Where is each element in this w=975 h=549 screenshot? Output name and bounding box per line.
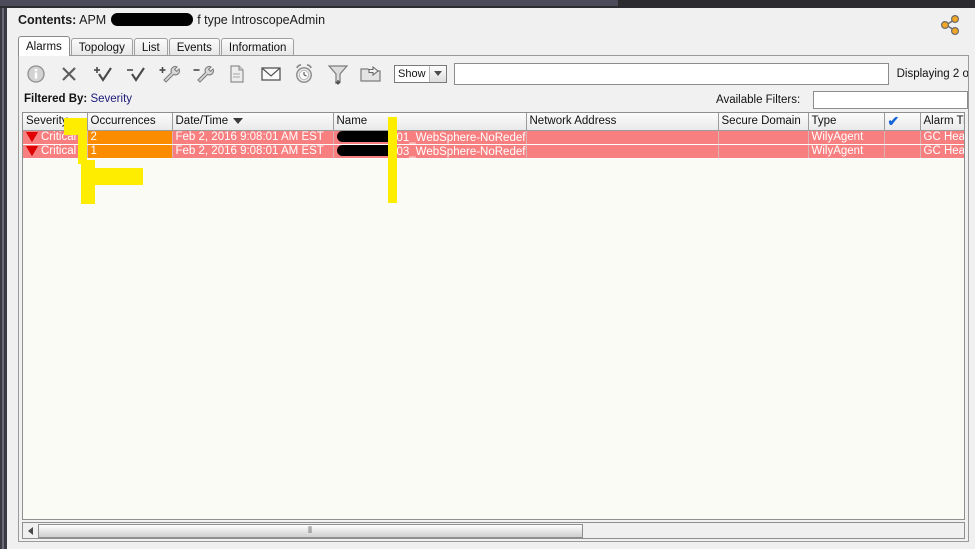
tab-bar: Alarms Topology List Events Information (18, 36, 295, 56)
severity-label: Critical (41, 145, 77, 157)
column-label-network-address: Network Address (529, 115, 617, 128)
available-filters-input[interactable] (813, 91, 968, 109)
tab-topology[interactable]: Topology (70, 38, 133, 56)
chevron-left-icon[interactable] (23, 523, 38, 538)
tab-information[interactable]: Information (220, 38, 295, 56)
show-dropdown[interactable]: Show (394, 64, 448, 83)
horizontal-scrollbar[interactable]: ⫴ (22, 522, 965, 539)
alarm-clock-icon[interactable] (287, 59, 321, 89)
name-label: 03_WebSphere-NoRedef... (396, 145, 526, 158)
alarms-table: Severity Occurrences Date/Time Name Netw… (23, 113, 965, 159)
contents-suffix: f type IntroscopeAdmin (197, 13, 326, 27)
displaying-count-label: Displaying 2 o (896, 67, 968, 80)
cell-name: 03_WebSphere-NoRedef... (333, 144, 527, 159)
unassign-wrench-minus-icon[interactable] (187, 59, 221, 89)
application-window: Contents: APM f type IntroscopeAdmin Ala… (0, 0, 975, 549)
window-top-chrome (0, 0, 975, 8)
column-label-datetime: Date/Time (175, 115, 229, 128)
cell-network-address (526, 144, 719, 159)
show-dropdown-label: Show (398, 67, 426, 80)
acknowledge-check-plus-icon[interactable] (86, 59, 120, 89)
column-header-network-address[interactable]: Network Address (526, 113, 719, 131)
contents-header: Contents: APM f type IntroscopeAdmin (7, 8, 975, 36)
contents-prefix: APM (79, 13, 107, 27)
column-label-severity: Severity (26, 115, 68, 128)
column-header-secure-domain[interactable]: Secure Domain (718, 113, 809, 131)
filtered-by-value: Severity (90, 93, 133, 105)
alarms-toolbar: Show Displaying 2 o (19, 56, 968, 91)
name-label: 01_WebSphere-NoRedef... (396, 131, 526, 144)
filtered-by-text: Filtered By: Severity (24, 93, 132, 105)
column-header-name[interactable]: Name (333, 113, 527, 131)
info-icon[interactable] (19, 59, 53, 89)
contents-title: Contents: APM f type IntroscopeAdmin (18, 13, 325, 27)
unacknowledge-check-minus-icon[interactable] (120, 59, 154, 89)
column-header-datetime[interactable]: Date/Time (172, 113, 334, 131)
column-header-alarm-title[interactable]: Alarm Title (920, 113, 965, 131)
critical-severity-icon (26, 146, 38, 156)
blue-check-icon: ✔ (887, 113, 900, 129)
cell-occurrences: 2 (87, 130, 173, 145)
cell-datetime: Feb 2, 2016 9:08:01 AM EST (172, 130, 334, 145)
table-row[interactable]: Critical 2 Feb 2, 2016 9:08:01 AM EST 01… (23, 130, 964, 145)
assign-wrench-plus-icon[interactable] (153, 59, 187, 89)
cell-alarm-title: GC Heap:He (920, 144, 964, 159)
tab-list[interactable]: List (133, 38, 168, 56)
tab-alarms[interactable]: Alarms (18, 36, 70, 56)
cell-severity: Critical (23, 144, 88, 159)
export-folder-icon[interactable] (354, 59, 388, 89)
share-nodes-icon[interactable] (937, 14, 963, 36)
redacted-name-block (336, 130, 397, 142)
alarms-table-container[interactable]: Severity Occurrences Date/Time Name Netw… (22, 112, 965, 520)
cell-acknowledged (884, 144, 921, 159)
cell-type: WilyAgent (808, 130, 885, 145)
cell-datetime: Feb 2, 2016 9:08:01 AM EST (172, 144, 334, 159)
table-row[interactable]: Critical 1 Feb 2, 2016 9:08:01 AM EST 03… (23, 144, 964, 159)
column-label-alarm-title: Alarm Title (923, 115, 965, 128)
contents-label: Contents: (18, 13, 77, 27)
column-label-occurrences: Occurrences (90, 115, 156, 128)
cell-secure-domain (718, 130, 809, 145)
filter-funnel-icon[interactable] (321, 59, 355, 89)
column-header-type[interactable]: Type (808, 113, 885, 131)
column-label-type: Type (811, 115, 837, 128)
chevron-down-icon[interactable] (429, 65, 447, 82)
column-label-secure-domain: Secure Domain (721, 115, 801, 128)
alarms-panel: Show Displaying 2 o Filtered By: Severit… (18, 55, 969, 542)
email-envelope-icon[interactable] (254, 59, 288, 89)
cell-occurrences: 1 (87, 144, 173, 159)
redacted-name-block (110, 13, 193, 26)
column-header-occurrences[interactable]: Occurrences (87, 113, 173, 131)
tab-events[interactable]: Events (168, 38, 220, 56)
critical-severity-icon (26, 132, 38, 142)
cell-network-address (526, 130, 719, 145)
severity-label: Critical (41, 131, 77, 143)
column-label-name: Name (336, 115, 368, 128)
column-header-acknowledged[interactable]: ✔ (884, 113, 921, 131)
available-filters-label: Available Filters: (716, 94, 801, 106)
sort-descending-icon (233, 118, 244, 125)
column-header-severity[interactable]: Severity (23, 113, 88, 131)
cell-alarm-title: GC Heap:He (920, 130, 964, 145)
sort-ascending-icon (72, 118, 83, 125)
window-left-chrome-highlight (2, 8, 4, 549)
scrollbar-thumb[interactable]: ⫴ (38, 523, 583, 538)
cell-acknowledged (884, 130, 921, 145)
redacted-name-block (336, 144, 397, 156)
filter-bar: Filtered By: Severity Available Filters: (19, 91, 968, 111)
note-document-icon[interactable] (220, 59, 254, 89)
cell-severity: Critical (23, 130, 88, 145)
main-window: Contents: APM f type IntroscopeAdmin Ala… (7, 8, 975, 549)
table-header-row: Severity Occurrences Date/Time Name Netw… (23, 113, 965, 131)
scrollbar-grip-icon: ⫴ (308, 525, 313, 535)
cell-secure-domain (718, 144, 809, 159)
filtered-by-label: Filtered By: (24, 93, 88, 105)
cell-name: 01_WebSphere-NoRedef... (333, 130, 527, 145)
cell-type: WilyAgent (808, 144, 885, 159)
close-x-icon[interactable] (53, 59, 87, 89)
search-input[interactable] (454, 62, 889, 85)
window-top-chrome-highlight (0, 0, 618, 6)
